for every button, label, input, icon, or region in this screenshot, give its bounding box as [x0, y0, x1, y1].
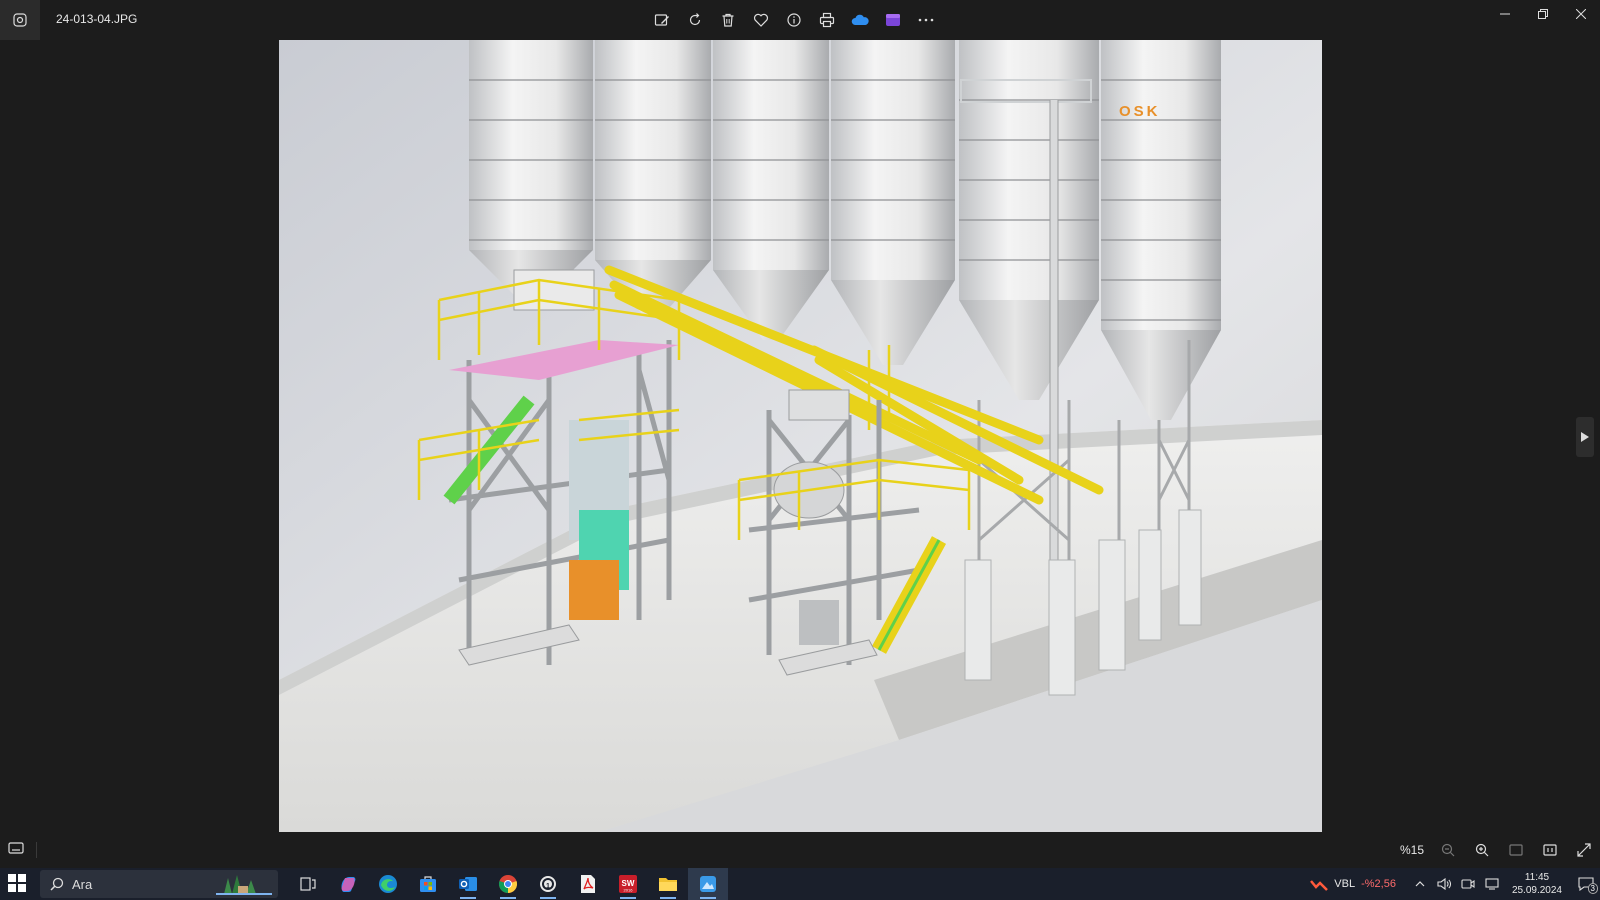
- notifications-icon[interactable]: 3: [1572, 868, 1600, 900]
- close-icon[interactable]: [1562, 0, 1600, 28]
- taskbar-apps: 1 SW 2016: [288, 868, 728, 900]
- chrome-icon[interactable]: [488, 868, 528, 900]
- zoom-out-icon[interactable]: [1436, 838, 1460, 862]
- chevron-right-icon: [1581, 432, 1589, 442]
- network-icon[interactable]: [1482, 874, 1502, 894]
- volume-icon[interactable]: [1434, 874, 1454, 894]
- onedrive-icon[interactable]: [848, 6, 872, 34]
- edge-icon[interactable]: [368, 868, 408, 900]
- clipchamp-icon[interactable]: [881, 6, 905, 34]
- title-bar: 24-013-04.JPG: [0, 0, 1600, 40]
- image-toolbar: [650, 6, 938, 34]
- next-image-button[interactable]: [1576, 417, 1594, 457]
- outlook-icon[interactable]: [448, 868, 488, 900]
- acrobat-icon[interactable]: [568, 868, 608, 900]
- edit-image-icon[interactable]: [650, 6, 674, 34]
- window-controls: [1486, 0, 1600, 28]
- clock-date: 25.09.2024: [1511, 885, 1562, 896]
- more-options-icon[interactable]: [914, 6, 938, 34]
- silo-plant-render: OSK: [279, 40, 1322, 832]
- clock[interactable]: 11:45 25.09.2024: [1512, 871, 1562, 897]
- restore-icon[interactable]: [1524, 0, 1562, 28]
- svg-text:1: 1: [546, 883, 550, 890]
- windows-taskbar: Ara 1 SW 2016 VBL -%2,56 11:45 25.09.202…: [0, 868, 1600, 900]
- rotate-icon[interactable]: [683, 6, 707, 34]
- actual-size-icon[interactable]: [1538, 838, 1562, 862]
- stock-change: -%2,56: [1361, 878, 1396, 890]
- delete-icon[interactable]: [716, 6, 740, 34]
- microsoft-store-icon[interactable]: [408, 868, 448, 900]
- search-icon: [50, 877, 64, 891]
- minimize-icon[interactable]: [1486, 0, 1524, 28]
- svg-text:2016: 2016: [624, 888, 634, 893]
- stock-symbol: VBL: [1334, 878, 1356, 890]
- file-name: 24-013-04.JPG: [56, 12, 138, 26]
- meet-now-icon[interactable]: [1458, 874, 1478, 894]
- clock-time: 11:45: [1524, 872, 1550, 883]
- favorite-icon[interactable]: [749, 6, 773, 34]
- system-tray: VBL -%2,56 11:45 25.09.2024 3: [1310, 868, 1600, 900]
- fit-to-window-icon[interactable]: [1504, 838, 1528, 862]
- search-placeholder: Ara: [72, 876, 93, 892]
- stock-widget[interactable]: VBL -%2,56: [1310, 877, 1396, 891]
- print-icon[interactable]: [815, 6, 839, 34]
- task-view-icon[interactable]: [288, 868, 328, 900]
- zoom-level: %15: [1400, 843, 1425, 857]
- copilot-icon[interactable]: [328, 868, 368, 900]
- zoom-controls: [1436, 838, 1596, 862]
- taskbar-search-box[interactable]: Ara: [40, 870, 278, 898]
- image-viewer: OSK: [0, 40, 1600, 832]
- photos-app-icon[interactable]: [0, 0, 40, 40]
- file-explorer-icon[interactable]: [648, 868, 688, 900]
- filmstrip-icon[interactable]: [8, 841, 28, 859]
- solidworks-icon[interactable]: SW 2016: [608, 868, 648, 900]
- viewer-status-bar: %15: [0, 832, 1600, 868]
- search-highlight-icon: [216, 872, 272, 896]
- notification-count: 3: [1587, 883, 1598, 894]
- zoom-in-icon[interactable]: [1470, 838, 1494, 862]
- brand-text: OSK: [1119, 103, 1161, 120]
- info-icon[interactable]: [782, 6, 806, 34]
- photos-taskbar-icon[interactable]: [688, 868, 728, 900]
- whatsapp-icon[interactable]: 1: [528, 868, 568, 900]
- divider: [36, 842, 37, 858]
- stock-chart-icon: [1310, 880, 1329, 891]
- chevron-up-icon[interactable]: [1410, 874, 1430, 894]
- displayed-image[interactable]: OSK: [279, 40, 1322, 832]
- windows-start-icon[interactable]: [8, 874, 28, 894]
- full-screen-icon[interactable]: [1572, 838, 1596, 862]
